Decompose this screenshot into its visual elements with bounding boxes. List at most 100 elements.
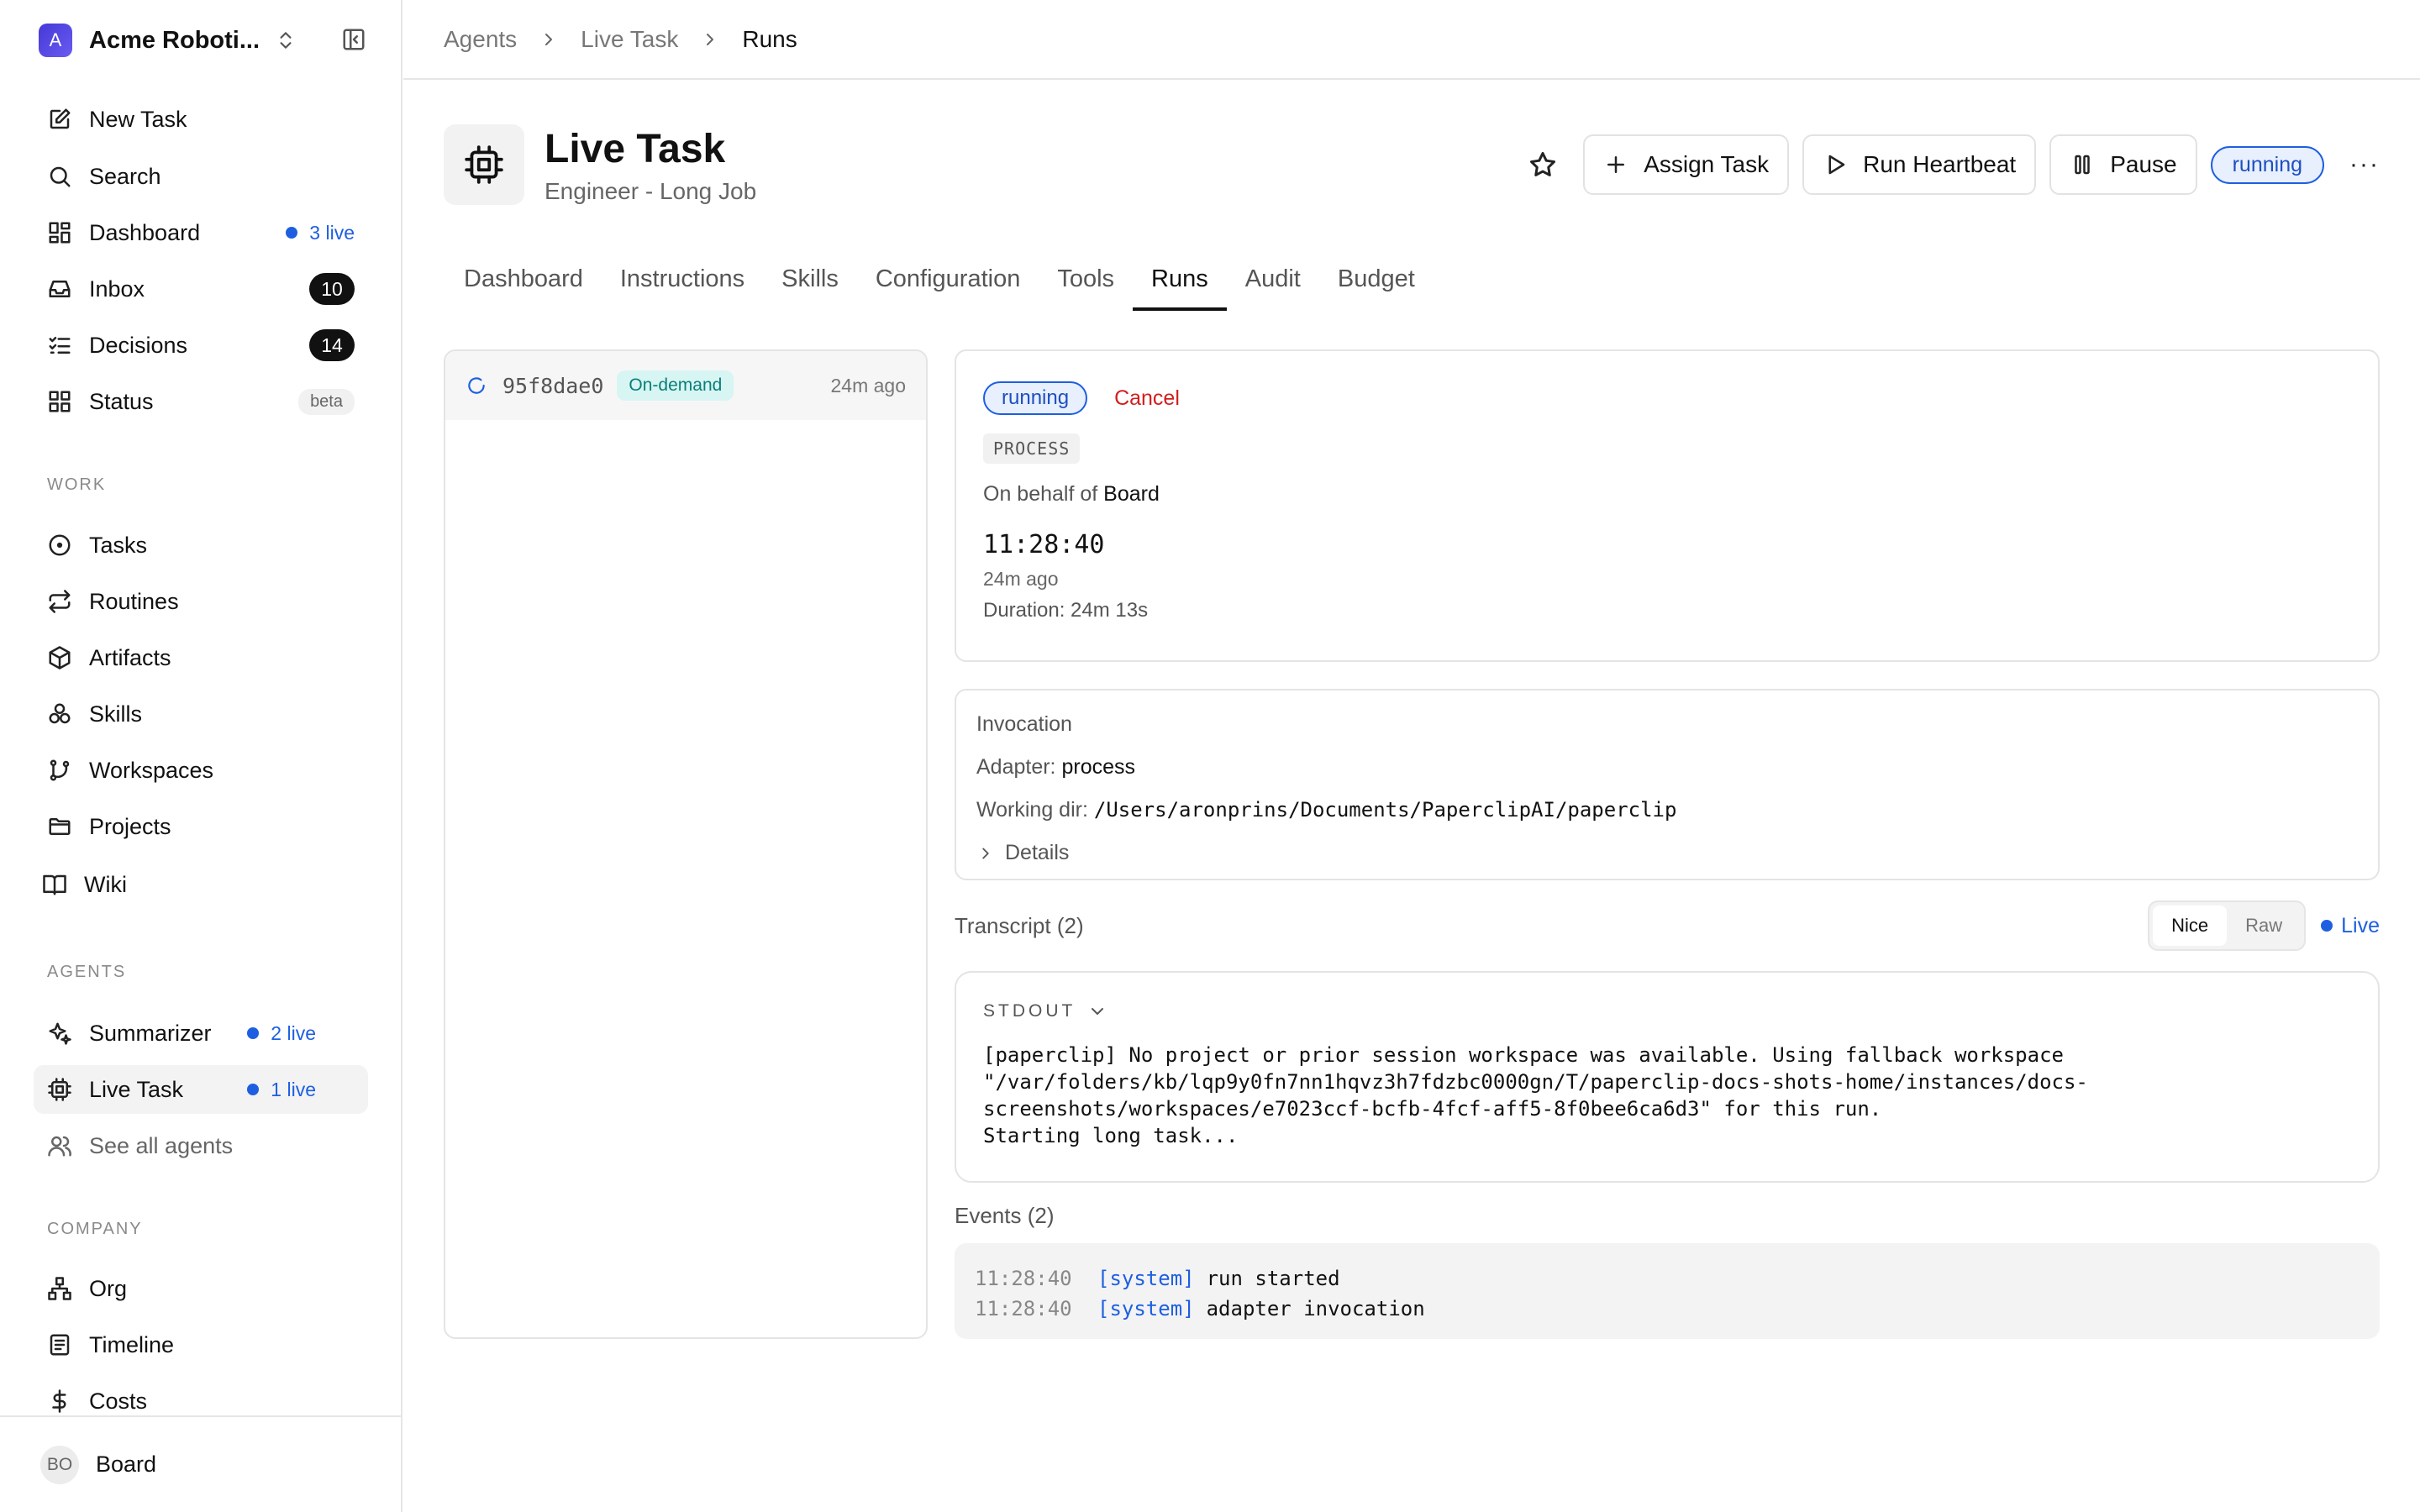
- sidebar-item-projects[interactable]: Projects: [34, 802, 368, 851]
- checklist-icon: [49, 337, 71, 354]
- sidebar-item-live-task[interactable]: Live Task 1 live: [34, 1065, 368, 1114]
- tab-configuration[interactable]: Configuration: [857, 260, 1039, 311]
- sidebar-item-skills[interactable]: Skills: [34, 690, 368, 738]
- transcript-label: Transcript (2): [955, 912, 1084, 938]
- tab-budget[interactable]: Budget: [1319, 260, 1434, 311]
- play-icon: [1828, 155, 1845, 175]
- agent-avatar: [444, 124, 524, 205]
- company-switcher[interactable]: A Acme Roboti...: [39, 24, 366, 57]
- sidebar-item-label: Costs: [89, 1388, 148, 1414]
- events-log: 11:28:40 [system] run started 11:28:40 […: [955, 1243, 2380, 1339]
- user-menu[interactable]: BO Board: [0, 1415, 402, 1512]
- invocation-details-toggle[interactable]: Details: [976, 841, 2358, 865]
- sidebar-item-label: Live Task: [89, 1076, 184, 1102]
- live-indicator: 1 live: [247, 1079, 316, 1101]
- pause-button[interactable]: Pause: [2049, 134, 2197, 195]
- page-title: Live Task: [544, 127, 726, 171]
- edit-icon: [50, 108, 71, 129]
- invocation-card: Invocation Adapter: process Working dir:…: [955, 689, 2380, 880]
- agent-tabs: Dashboard Instructions Skills Configurat…: [445, 260, 1434, 311]
- more-options-button[interactable]: ···: [2349, 150, 2380, 179]
- invocation-adapter: Adapter: process: [976, 755, 1136, 779]
- run-heartbeat-button[interactable]: Run Heartbeat: [1802, 134, 2037, 195]
- avatar: BO: [40, 1445, 79, 1484]
- sidebar-item-label: See all agents: [89, 1132, 234, 1158]
- cancel-run-button[interactable]: Cancel: [1114, 386, 1180, 411]
- run-start-time: 11:28:40: [983, 530, 1105, 559]
- sidebar-item-workspaces[interactable]: Workspaces: [34, 746, 368, 795]
- sidebar-item-see-all-agents[interactable]: See all agents: [34, 1121, 368, 1170]
- sparkles-icon: [49, 1022, 71, 1045]
- skills-icon: [49, 703, 71, 724]
- company-logo: A: [39, 24, 72, 57]
- sidebar-item-label: Timeline: [89, 1331, 175, 1357]
- assign-task-button[interactable]: Assign Task: [1583, 134, 1790, 195]
- cpu-icon: [48, 1078, 71, 1101]
- sidebar: A Acme Roboti... New Task Search Dashboa…: [0, 0, 402, 1512]
- invocation-title: Invocation: [976, 712, 1072, 736]
- tab-dashboard[interactable]: Dashboard: [445, 260, 602, 311]
- cpu-icon: [465, 145, 503, 184]
- sidebar-item-label: Summarizer: [89, 1020, 212, 1046]
- inbox-count-badge: 10: [309, 273, 355, 305]
- sidebar-item-label: Workspaces: [89, 757, 214, 783]
- breadcrumb-live-task[interactable]: Live Task: [581, 26, 678, 53]
- tab-tools[interactable]: Tools: [1039, 260, 1133, 311]
- sidebar-item-label: Projects: [89, 813, 171, 839]
- stdout-card: STDOUT [paperclip] No project or prior s…: [955, 971, 2380, 1183]
- list-icon: [50, 1334, 70, 1356]
- sidebar-item-inbox[interactable]: Inbox 10: [34, 265, 368, 313]
- sidebar-item-tasks[interactable]: Tasks: [34, 521, 368, 570]
- sidebar-item-search[interactable]: Search: [34, 152, 368, 201]
- users-icon: [48, 1136, 71, 1157]
- view-raw-button[interactable]: Raw: [2227, 906, 2301, 946]
- run-duration: Duration: 24m 13s: [983, 599, 1149, 622]
- sidebar-item-org[interactable]: Org: [34, 1264, 368, 1313]
- sidebar-item-status[interactable]: Status beta: [34, 377, 368, 426]
- dashboard-icon: [49, 222, 71, 244]
- sidebar-item-wiki[interactable]: Wiki: [29, 860, 363, 909]
- breadcrumb-agents[interactable]: Agents: [444, 26, 517, 53]
- event-row: 11:28:40 [system] run started: [975, 1267, 1340, 1290]
- breadcrumb-runs: Runs: [742, 25, 797, 52]
- inbox-icon: [49, 281, 71, 297]
- decisions-count-badge: 14: [309, 329, 355, 361]
- transcript-view-toggle: Nice Raw: [2148, 900, 2307, 951]
- agent-actions: Assign Task Run Heartbeat Pause running …: [1528, 134, 2380, 195]
- sidebar-item-dashboard[interactable]: Dashboard 3 live: [34, 208, 368, 257]
- list-item[interactable]: 95f8dae0 On-demand 24m ago: [445, 351, 926, 420]
- stdout-text: [paperclip] No project or prior session …: [983, 1043, 2088, 1147]
- live-indicator: 2 live: [247, 1022, 316, 1045]
- section-label-company: COMPANY: [47, 1220, 143, 1238]
- tab-skills[interactable]: Skills: [763, 260, 857, 311]
- live-indicator: Live: [2321, 914, 2380, 938]
- stdout-toggle[interactable]: STDOUT: [983, 1001, 2351, 1021]
- org-chart-icon: [48, 1277, 71, 1300]
- run-ago: 24m ago: [983, 568, 1059, 590]
- event-row: 11:28:40 [system] adapter invocation: [975, 1297, 1425, 1320]
- sidebar-item-timeline[interactable]: Timeline: [34, 1320, 368, 1369]
- sidebar-item-routines[interactable]: Routines: [34, 577, 368, 626]
- sidebar-item-label: Search: [89, 163, 161, 189]
- run-behalf: On behalf of Board: [983, 482, 1160, 506]
- sidebar-item-artifacts[interactable]: Artifacts: [34, 633, 368, 682]
- section-label-agents: AGENTS: [47, 963, 127, 981]
- tab-audit[interactable]: Audit: [1227, 260, 1319, 311]
- star-icon[interactable]: [1528, 150, 1558, 180]
- sidebar-item-label: Artifacts: [89, 644, 171, 670]
- sidebar-item-new-task[interactable]: New Task: [34, 95, 368, 144]
- sidebar-item-label: Dashboard: [89, 219, 201, 245]
- view-nice-button[interactable]: Nice: [2153, 906, 2228, 946]
- sidebar-item-decisions[interactable]: Decisions 14: [34, 321, 368, 370]
- run-detail-card: running Cancel PROCESS On behalf of Boar…: [955, 349, 2380, 662]
- tab-runs[interactable]: Runs: [1133, 260, 1227, 311]
- folder-icon: [49, 818, 71, 835]
- sidebar-item-summarizer[interactable]: Summarizer 2 live: [34, 1009, 368, 1058]
- chevron-down-icon: [1092, 1008, 1104, 1015]
- sidebar-collapse-icon[interactable]: [341, 27, 366, 52]
- user-name: Board: [96, 1452, 157, 1477]
- tab-instructions[interactable]: Instructions: [602, 260, 763, 311]
- run-time: 24m ago: [830, 374, 906, 396]
- pause-icon: [2075, 155, 2090, 175]
- sidebar-item-label: Routines: [89, 588, 179, 614]
